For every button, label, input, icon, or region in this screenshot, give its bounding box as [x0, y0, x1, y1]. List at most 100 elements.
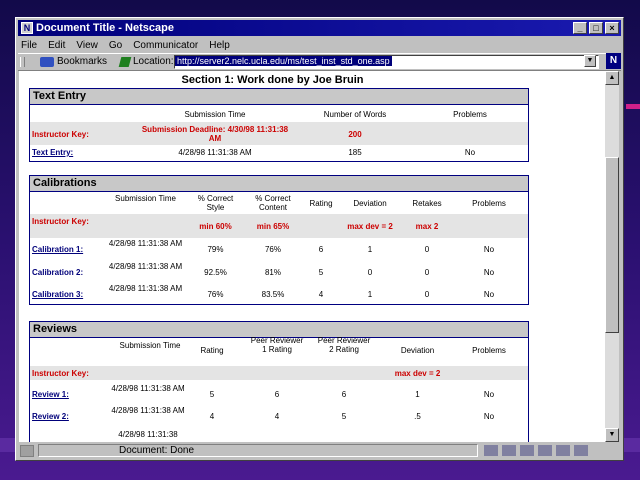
netscape-logo: N — [606, 53, 621, 69]
cal-header-deviation: Deviation — [353, 199, 387, 208]
status-text: Document: Done — [38, 444, 478, 457]
rev-instructor-deviation: max dev = 2 — [394, 369, 441, 378]
cal-instructor-retakes: max 2 — [415, 222, 439, 231]
calibration-2-deviation: 0 — [367, 268, 373, 277]
review-1-peer1: 6 — [274, 390, 280, 399]
status-bar: Document: Done — [18, 444, 621, 459]
slide-accent-mark — [626, 104, 640, 109]
review-1-deviation: 1 — [415, 390, 420, 399]
calibration-3-style: 76% — [207, 290, 224, 299]
rev-header-peer2: Peer Reviewer 2 Rating — [317, 336, 371, 354]
window-title: Document Title - Netscape — [36, 22, 174, 34]
calibration-3-content: 83.5% — [261, 290, 285, 299]
review-2-deviation: .5 — [414, 412, 421, 421]
calibration-3-link[interactable]: Calibration 3: — [32, 290, 83, 299]
header-problems: Problems — [453, 110, 487, 119]
calibration-3-retakes: 0 — [424, 290, 430, 299]
scroll-thumb[interactable] — [605, 157, 619, 333]
rev-header-peer1: Peer Reviewer 1 Rating — [250, 336, 304, 354]
component-bar-icon-1[interactable] — [484, 445, 498, 456]
menu-file[interactable]: File — [20, 40, 38, 51]
security-lock-icon[interactable] — [20, 445, 34, 457]
calibration-2-retakes: 0 — [424, 268, 430, 277]
review-1-time: 4/28/98 11:31:38 AM — [111, 384, 185, 393]
instructor-deadline: Submission Deadline: 4/30/98 11:31:38 AM — [141, 125, 289, 143]
bookmarks-label: Bookmarks — [57, 56, 108, 67]
scroll-down-icon[interactable]: ▼ — [605, 428, 619, 442]
review-2-problems: No — [483, 412, 495, 421]
cal-header-retakes: Retakes — [412, 199, 442, 208]
rev-instructor-key-label: Instructor Key: — [32, 369, 89, 378]
calibration-3-time: 4/28/98 11:31:38 AM — [108, 284, 183, 293]
calibration-2-style: 92.5% — [204, 268, 227, 277]
cal-instructor-style: min 60% — [199, 222, 232, 231]
cal-header-submission-time: Submission Time — [115, 194, 176, 203]
component-bar-icon-5[interactable] — [556, 445, 570, 456]
cal-instructor-content: min 65% — [256, 222, 290, 231]
menu-communicator[interactable]: Communicator — [132, 40, 199, 51]
review-1-rating: 5 — [209, 390, 215, 399]
page-content: Section 1: Work done by Joe Bruin Text E… — [19, 71, 605, 442]
location-toolbar: Bookmarks Location: http://server2.nelc.… — [18, 53, 621, 71]
calibration-1-style: 79% — [207, 245, 224, 254]
calibration-3-problems: No — [483, 290, 495, 299]
header-number-of-words: Number of Words — [323, 110, 387, 119]
maximize-button[interactable]: □ — [589, 22, 603, 34]
rev-header-problems: Problems — [472, 346, 506, 355]
vertical-scrollbar[interactable]: ▲ ▼ — [605, 71, 619, 442]
review-1-problems: No — [483, 390, 495, 399]
calibration-1-content: 76% — [264, 245, 281, 254]
cal-header-rating: Rating — [309, 199, 333, 208]
text-entry-panel: Text Entry Submission Time Number of Wor… — [29, 88, 529, 162]
location-label-group: Location: — [118, 56, 174, 67]
location-label: Location: — [133, 56, 174, 67]
menu-view[interactable]: View — [75, 40, 99, 51]
review-2-rating: 4 — [209, 412, 215, 421]
component-bar-icon-2[interactable] — [502, 445, 516, 456]
calibration-1-link[interactable]: Calibration 1: — [32, 245, 83, 254]
cal-header-pct-style: % Correct Style — [197, 194, 234, 212]
calibration-1-deviation: 1 — [367, 245, 373, 254]
rev-header-submission-time: Submission Time — [119, 341, 181, 350]
calibration-1-retakes: 0 — [424, 245, 430, 254]
rev-header-rating: Rating — [200, 346, 224, 355]
component-bar-icon-6[interactable] — [574, 445, 588, 456]
cal-header-problems: Problems — [472, 199, 506, 208]
menu-go[interactable]: Go — [108, 40, 123, 51]
window-icon[interactable]: N — [21, 22, 33, 34]
review-2-time: 4/28/98 11:31:38 AM — [111, 406, 185, 415]
cal-instructor-key-label: Instructor Key: — [32, 217, 89, 226]
location-icon[interactable] — [118, 56, 132, 67]
review-2-link[interactable]: Review 2: — [32, 412, 69, 421]
bookmarks-icon — [40, 56, 54, 67]
cal-header-pct-content: % Correct Content — [255, 194, 291, 212]
text-entry-words: 185 — [348, 148, 362, 157]
calibration-3-deviation: 1 — [367, 290, 373, 299]
review-2-peer1: 4 — [274, 412, 280, 421]
menu-help[interactable]: Help — [208, 40, 231, 51]
review-2-peer2: 5 — [341, 412, 347, 421]
toolbar-grip[interactable] — [20, 57, 25, 67]
page-title: Section 1: Work done by Joe Bruin — [181, 74, 364, 86]
scroll-up-icon[interactable]: ▲ — [605, 71, 619, 85]
url-input[interactable]: http://server2.nelc.ucla.edu/ms/test_ins… — [174, 55, 599, 69]
url-text: http://server2.nelc.ucla.edu/ms/test_ins… — [175, 56, 392, 66]
calibration-1-time: 4/28/98 11:31:38 AM — [108, 239, 183, 248]
menu-bar: File Edit View Go Communicator Help — [20, 38, 231, 52]
instructor-key-label: Instructor Key: — [32, 130, 89, 139]
component-bar-icon-4[interactable] — [538, 445, 552, 456]
title-bar[interactable]: N Document Title - Netscape _ □ × — [18, 20, 621, 36]
text-entry-link[interactable]: Text Entry: — [32, 148, 73, 157]
calibration-2-label: Calibration 2: — [32, 268, 84, 277]
review-3-time: 4/28/98 11:31:38 — [118, 430, 178, 439]
close-button[interactable]: × — [605, 22, 619, 34]
calibration-2-time: 4/28/98 11:31:38 AM — [108, 262, 183, 271]
review-1-link[interactable]: Review 1: — [32, 390, 69, 399]
component-bar-icon-3[interactable] — [520, 445, 534, 456]
menu-edit[interactable]: Edit — [47, 40, 66, 51]
bookmarks-button[interactable]: Bookmarks — [40, 56, 107, 67]
url-dropdown-button[interactable]: ▼ — [584, 55, 596, 67]
minimize-button[interactable]: _ — [573, 22, 587, 34]
calibrations-header: Calibrations — [30, 176, 528, 192]
text-entry-problems: No — [464, 148, 476, 157]
